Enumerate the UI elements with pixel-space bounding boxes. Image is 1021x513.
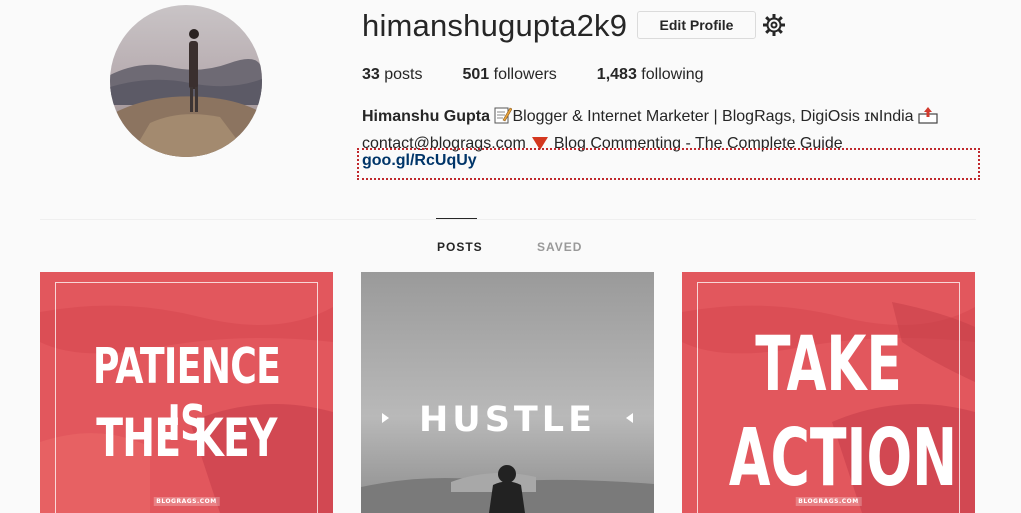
tabs-divider: [40, 219, 976, 220]
post-3-line-1: TAKE: [755, 319, 902, 408]
posts-count: 33 posts: [362, 66, 423, 84]
gear-icon[interactable]: [762, 13, 786, 37]
profile-username: himanshugupta2k9: [362, 8, 628, 43]
posts-count-label: posts: [384, 66, 423, 83]
bio-line-1: Himanshu Gupta Blogger & Internet Market…: [362, 105, 982, 132]
outbox-tray-icon: [918, 106, 938, 132]
profile-avatar[interactable]: [110, 5, 262, 157]
profile-stats: 33 posts 501 followers 1,483 following: [362, 66, 744, 84]
followers-link[interactable]: 501 followers: [463, 66, 557, 84]
post-3-line-2: ACTION: [728, 412, 958, 504]
posts-count-value: 33: [362, 66, 380, 83]
post-2-title: HUSTLE: [418, 400, 596, 440]
bio-website-link[interactable]: goo.gl/RcUqUy: [362, 152, 477, 170]
post-3-watermark: BLOGRAGS.COM: [795, 497, 862, 506]
bio-headline: Blogger & Internet Marketer | BlogRags, …: [512, 108, 914, 125]
following-link[interactable]: 1,483 following: [597, 66, 704, 84]
following-count-value: 1,483: [596, 66, 637, 83]
post-thumbnail-1[interactable]: PATIENCE IS THE KEY BLOGRAGS.COM: [40, 272, 333, 513]
bio-full-name: Himanshu Gupta: [362, 108, 491, 125]
post-1-watermark: BLOGRAGS.COM: [153, 497, 220, 506]
edit-profile-button[interactable]: Edit Profile: [637, 11, 756, 39]
followers-count-label: followers: [493, 66, 557, 83]
arrow-right-icon: [626, 413, 633, 423]
memo-icon: [494, 106, 513, 132]
following-count-label: following: [641, 66, 704, 83]
post-thumbnail-3[interactable]: TAKE ACTION BLOGRAGS.COM: [682, 272, 975, 513]
tab-saved[interactable]: SAVED: [537, 240, 582, 254]
followers-count-value: 501: [462, 66, 490, 83]
post-thumbnail-2[interactable]: HUSTLE: [361, 272, 654, 513]
tab-posts[interactable]: POSTS: [436, 218, 483, 254]
post-1-line-2: THE KEY: [96, 408, 277, 469]
